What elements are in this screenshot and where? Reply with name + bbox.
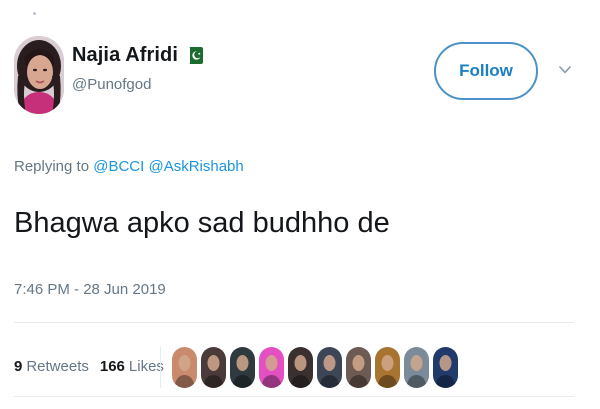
replying-to: Replying to @BCCI @AskRishabh bbox=[14, 158, 244, 175]
liker-avatar-7[interactable] bbox=[346, 347, 371, 388]
likes-count: 166 bbox=[99, 358, 125, 375]
divider bbox=[14, 322, 574, 323]
retweets-label: Retweets bbox=[26, 358, 89, 375]
liker-avatar-9[interactable] bbox=[404, 347, 429, 388]
tweet-timestamp[interactable]: 7:46 PM - 28 Jun 2019 bbox=[14, 281, 166, 298]
liker-avatar-2[interactable] bbox=[201, 347, 226, 388]
retweets-count: 9 bbox=[14, 358, 23, 375]
mention-askrishabh[interactable]: @AskRishabh bbox=[148, 158, 243, 175]
author-avatar[interactable] bbox=[14, 36, 64, 114]
pakistan-flag-icon bbox=[186, 47, 204, 64]
tweet-card: Najia Afridi @Punofgod Follow Replying t… bbox=[0, 0, 600, 409]
tweet-text: Bhagwa apko sad budhho de bbox=[14, 207, 390, 239]
stats-separator bbox=[160, 346, 161, 388]
engagement-stats: 9 Retweets 166 Likes bbox=[14, 358, 175, 375]
liker-avatar-6[interactable] bbox=[317, 347, 342, 388]
follow-button[interactable]: Follow bbox=[434, 42, 538, 100]
display-name[interactable]: Najia Afridi bbox=[72, 44, 178, 67]
display-name-row: Najia Afridi bbox=[72, 44, 204, 67]
thread-dot bbox=[33, 12, 36, 15]
liker-avatar-8[interactable] bbox=[375, 347, 400, 388]
likes-stat[interactable]: 166 Likes bbox=[100, 358, 164, 375]
chevron-down-icon[interactable] bbox=[557, 64, 573, 76]
liker-avatar-1[interactable] bbox=[172, 347, 197, 388]
liker-avatar-5[interactable] bbox=[288, 347, 313, 388]
replying-to-label: Replying to bbox=[14, 158, 90, 175]
liker-avatar-10[interactable] bbox=[433, 347, 458, 388]
likes-label: Likes bbox=[128, 358, 164, 375]
mention-bcci[interactable]: @BCCI bbox=[93, 158, 144, 175]
liker-avatar-3[interactable] bbox=[230, 347, 255, 388]
divider bbox=[14, 396, 574, 397]
likers-avatars bbox=[172, 347, 458, 388]
liker-avatar-4[interactable] bbox=[259, 347, 284, 388]
retweets-stat[interactable]: 9 Retweets bbox=[14, 358, 89, 375]
author-handle[interactable]: @Punofgod bbox=[72, 76, 151, 93]
